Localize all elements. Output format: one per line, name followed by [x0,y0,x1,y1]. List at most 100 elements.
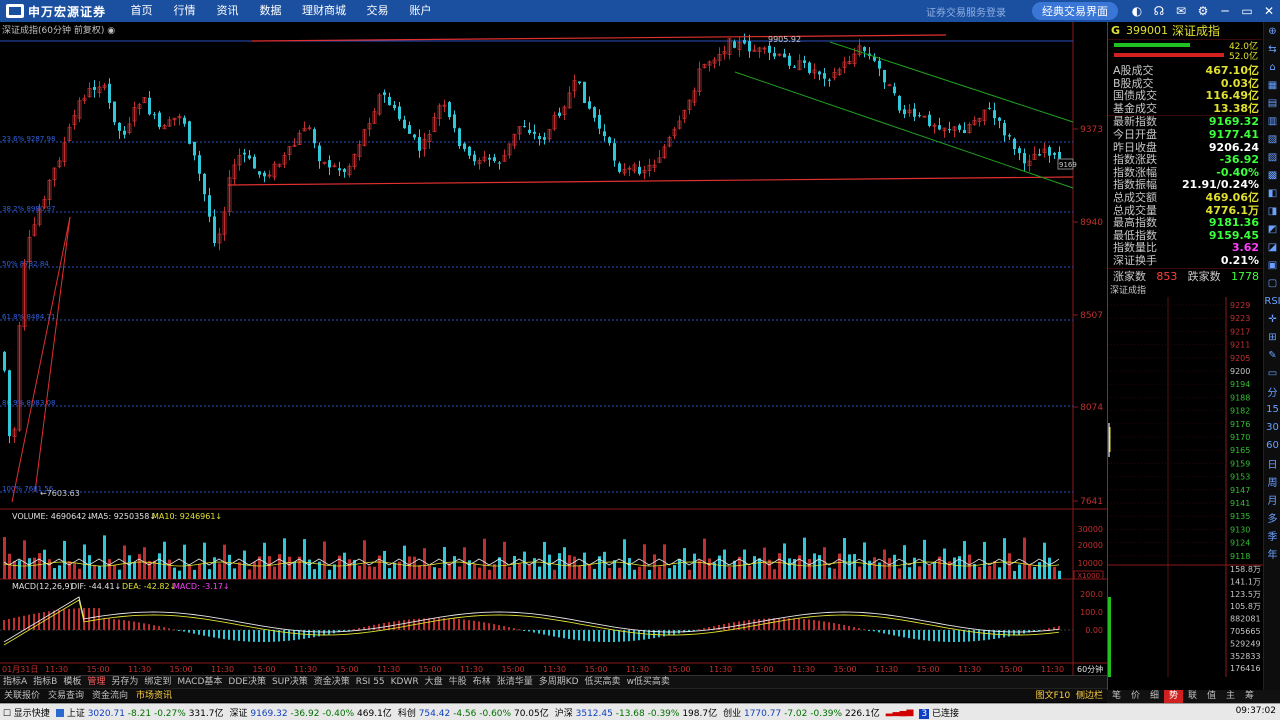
volume-bar [778,553,781,579]
news-item-related-quotes[interactable]: 关联报价 [0,689,44,702]
news-item-fund-flow[interactable]: 资金流向 [88,689,132,702]
indicator-tab[interactable]: 另存为 [108,676,141,688]
mail-icon[interactable]: ✉ [1170,0,1192,22]
indicator-tab[interactable]: 指标A [0,676,30,688]
tool-button-15[interactable]: RSI [1264,292,1280,310]
indicator-tab[interactable]: 多周期KD [536,676,582,688]
news-item-trade-query[interactable]: 交易查询 [44,689,88,702]
indicator-tab[interactable]: DDE决策 [225,676,269,688]
panel-tab[interactable]: 主 [1221,690,1240,703]
panel-tab[interactable]: 笔 [1107,690,1126,703]
tool-button-19[interactable]: ▭ [1264,364,1280,382]
mini-price-label: 9211 [1230,340,1250,349]
tool-button-18[interactable]: ✎ [1264,346,1280,364]
panel-tab[interactable]: 筹 [1240,690,1259,703]
tool-button-14[interactable]: ▢ [1264,274,1280,292]
panel-tab[interactable]: 价 [1126,690,1145,703]
indicator-tab[interactable]: 布林 [470,676,494,688]
tool-button-12[interactable]: ◪ [1264,238,1280,256]
tool-button-21[interactable]: 15 [1264,400,1280,418]
nav-quotes[interactable]: 行情 [163,0,206,22]
tool-button-1[interactable]: ⇆ [1264,40,1280,58]
tool-button-5[interactable]: ▥ [1264,112,1280,130]
indicator-tab[interactable]: 绑定到 [141,676,174,688]
tool-button-4[interactable]: ▤ [1264,94,1280,112]
nav-home[interactable]: 首页 [120,0,163,22]
tool-button-24[interactable]: 日 [1264,454,1280,472]
nav-news[interactable]: 资讯 [206,0,249,22]
restore-icon[interactable]: ▭ [1236,0,1258,22]
tool-button-7[interactable]: ▨ [1264,148,1280,166]
indicator-tab[interactable]: 张清华量 [494,676,536,688]
tool-button-9[interactable]: ◧ [1264,184,1280,202]
chart-settings-icon[interactable]: ◉ [107,26,115,36]
tool-button-23[interactable]: 60 [1264,436,1280,454]
volume-bar [263,542,266,579]
close-icon[interactable]: ✕ [1258,0,1280,22]
tool-button-27[interactable]: 多 [1264,508,1280,526]
panel-tab[interactable]: 值 [1202,690,1221,703]
tool-button-22[interactable]: 30 [1264,418,1280,436]
indicator-tab[interactable]: 低买高卖 [582,676,624,688]
nav-data[interactable]: 数据 [249,0,292,22]
sz-name: 深证 [229,708,248,719]
news-item-market-info[interactable]: 市场资讯 [132,689,176,702]
classic-trade-button[interactable]: 经典交易界面 [1032,2,1118,20]
quick-toggle[interactable]: ☐ 显示快捷 [0,706,50,719]
sz-quote[interactable]: 深证 9169.32 -36.92 -0.40% 469.1亿 [229,706,391,719]
tool-button-29[interactable]: 年 [1264,544,1280,562]
nav-trade[interactable]: 交易 [356,0,399,22]
volume-bar [288,556,291,579]
indicator-tab[interactable]: 资金决策 [311,676,353,688]
tool-button-26[interactable]: 月 [1264,490,1280,508]
tool-button-10[interactable]: ◨ [1264,202,1280,220]
indicator-tab[interactable]: RSI 55 [353,676,388,688]
tool-button-25[interactable]: 周 [1264,472,1280,490]
tool-button-6[interactable]: ▧ [1264,130,1280,148]
indicator-tab[interactable]: 指标B [30,676,60,688]
tool-button-8[interactable]: ▩ [1264,166,1280,184]
tool-button-17[interactable]: ⊞ [1264,328,1280,346]
indicator-tab[interactable]: MACD基本 [174,676,225,688]
headset-icon[interactable]: ☊ [1148,0,1170,22]
panel-tab[interactable]: 细 [1145,690,1164,703]
sidebar-link[interactable]: 侧边栏 [1076,691,1103,701]
nav-wealth-mall[interactable]: 理财商城 [292,0,356,22]
indicator-tab[interactable]: 模板 [60,676,84,688]
panel-tab[interactable]: 势 [1164,690,1183,703]
macd-bar [143,623,145,630]
nav-account[interactable]: 账户 [399,0,442,22]
macd-bar [158,626,160,630]
indicator-tab[interactable]: w低买高卖 [624,676,673,688]
indicator-tab[interactable]: 大盘 [422,676,446,688]
login-hint[interactable]: 证券交易服务登录 [926,4,1006,19]
indicator-tab[interactable]: SUP决策 [269,676,311,688]
intraday-mini-chart[interactable]: 9229 9223 9217 9211 9205 9200 9194 9188 9182 9176… [1108,296,1263,677]
indicator-tab[interactable]: KDWR [388,676,422,688]
kc-quote[interactable]: 科创 754.42 -4.56 -0.60% 70.05亿 [398,706,549,719]
kline-chart[interactable]: 9373 8940 8507 8074 7641 23.6% 9287.98 38.2% 8… [0,22,1107,675]
volume-bar [1053,566,1056,579]
tool-button-2[interactable]: ⌂ [1264,58,1280,76]
panel-tab[interactable]: 联 [1183,690,1202,703]
tool-button-11[interactable]: ◩ [1264,220,1280,238]
volume-bar [193,569,196,579]
tool-button-3[interactable]: ▦ [1264,76,1280,94]
indicator-tab[interactable]: 管理 [84,676,108,688]
tool-button-28[interactable]: 季 [1264,526,1280,544]
tool-button-20[interactable]: 分 [1264,382,1280,400]
f10-link[interactable]: 图文F10 [1036,691,1071,701]
settings-icon[interactable]: ⚙ [1192,0,1214,22]
tool-button-0[interactable]: ⊕ [1264,22,1280,40]
tool-button-13[interactable]: ▣ [1264,256,1280,274]
cy-quote[interactable]: 创业 1770.77 -7.02 -0.39% 226.1亿 [723,706,880,719]
sh-quote[interactable]: 上证 3020.71 -8.21 -0.27% 331.7亿 [55,706,223,719]
macd-bar [213,630,215,638]
indicator-tab[interactable]: 牛股 [446,676,470,688]
skin-icon[interactable]: ◐ [1126,0,1148,22]
macd-bar [658,630,660,638]
minimize-icon[interactable]: ─ [1214,0,1236,22]
macd-bar [663,630,665,637]
tool-button-16[interactable]: ✛ [1264,310,1280,328]
hs-quote[interactable]: 沪深 3512.45 -13.68 -0.39% 198.7亿 [555,706,717,719]
